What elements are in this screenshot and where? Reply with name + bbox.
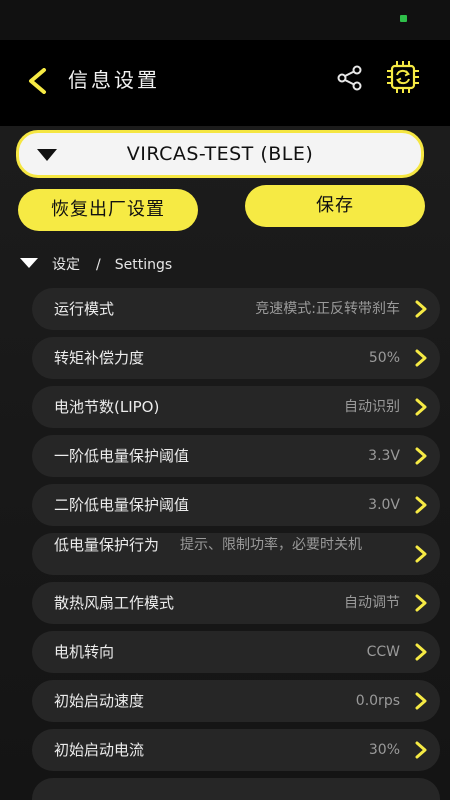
setting-label: 二阶低电量保护阈值: [54, 496, 190, 514]
section-separator: /: [96, 257, 101, 273]
setting-label: 一阶低电量保护阈值: [54, 447, 190, 465]
setting-row-motor-direction[interactable]: 电机转向 CCW: [32, 631, 440, 673]
chevron-right-icon: [415, 398, 427, 416]
setting-value: 30%: [368, 742, 400, 758]
chevron-right-icon: [415, 447, 427, 465]
setting-value: 提示、限制功率，必要时关机: [180, 537, 362, 553]
setting-label: 电池节数(LIPO): [54, 398, 160, 416]
status-indicator: [400, 15, 407, 22]
setting-row-battery-cells[interactable]: 电池节数(LIPO) 自动识别: [32, 386, 440, 428]
chevron-right-icon: [415, 496, 427, 514]
collapse-triangle-icon: [20, 258, 38, 268]
chevron-right-icon: [415, 545, 427, 563]
chevron-right-icon: [415, 643, 427, 661]
device-selector[interactable]: VIRCAS-TEST (BLE): [16, 130, 424, 178]
setting-label: 运行模式: [54, 300, 115, 318]
back-arrow-icon[interactable]: [26, 68, 50, 94]
setting-value: 3.3V: [368, 448, 400, 464]
page-title: 信息设置: [68, 68, 160, 92]
chevron-right-icon: [415, 349, 427, 367]
factory-reset-button[interactable]: 恢复出厂设置: [18, 189, 198, 231]
chevron-right-icon: [415, 300, 427, 318]
device-name: VIRCAS-TEST (BLE): [126, 143, 314, 165]
setting-label: 初始启动速度: [54, 692, 145, 710]
chevron-right-icon: [415, 594, 427, 612]
section-title-cn: 设定: [52, 257, 80, 273]
chip-refresh-icon[interactable]: [386, 60, 420, 94]
setting-value: 自动识别: [344, 399, 400, 415]
section-header[interactable]: 设定 / Settings: [20, 254, 172, 276]
setting-value: 0.0rps: [355, 693, 400, 709]
setting-row-fan-mode[interactable]: 散热风扇工作模式 自动调节: [32, 582, 440, 624]
chevron-right-icon: [415, 741, 427, 759]
setting-label: 低电量保护行为: [54, 536, 160, 554]
setting-row-startup-current[interactable]: 初始启动电流 30%: [32, 729, 440, 771]
setting-label: 初始启动电流: [54, 741, 145, 759]
setting-row-low-voltage-1[interactable]: 一阶低电量保护阈值 3.3V: [32, 435, 440, 477]
setting-label: 散热风扇工作模式: [54, 594, 175, 612]
setting-row-low-voltage-2[interactable]: 二阶低电量保护阈值 3.0V: [32, 484, 440, 526]
setting-value: 自动调节: [344, 595, 400, 611]
setting-row-startup-speed[interactable]: 初始启动速度 0.0rps: [32, 680, 440, 722]
save-button[interactable]: 保存: [245, 185, 425, 227]
section-title-en: Settings: [114, 257, 173, 273]
setting-row-partial[interactable]: [32, 778, 440, 800]
chevron-right-icon: [415, 692, 427, 710]
share-icon[interactable]: [336, 64, 364, 92]
setting-value: 竞速模式:正反转带刹车: [255, 301, 400, 317]
setting-value: 3.0V: [368, 497, 400, 513]
setting-row-run-mode[interactable]: 运行模式 竞速模式:正反转带刹车: [32, 288, 440, 330]
setting-value: 50%: [368, 350, 400, 366]
setting-value: CCW: [366, 644, 400, 660]
setting-label: 电机转向: [54, 643, 115, 661]
setting-row-low-voltage-behavior[interactable]: 低电量保护行为 提示、限制功率，必要时关机: [32, 533, 440, 575]
setting-label: 转矩补偿力度: [54, 349, 145, 367]
setting-row-torque-compensation[interactable]: 转矩补偿力度 50%: [32, 337, 440, 379]
